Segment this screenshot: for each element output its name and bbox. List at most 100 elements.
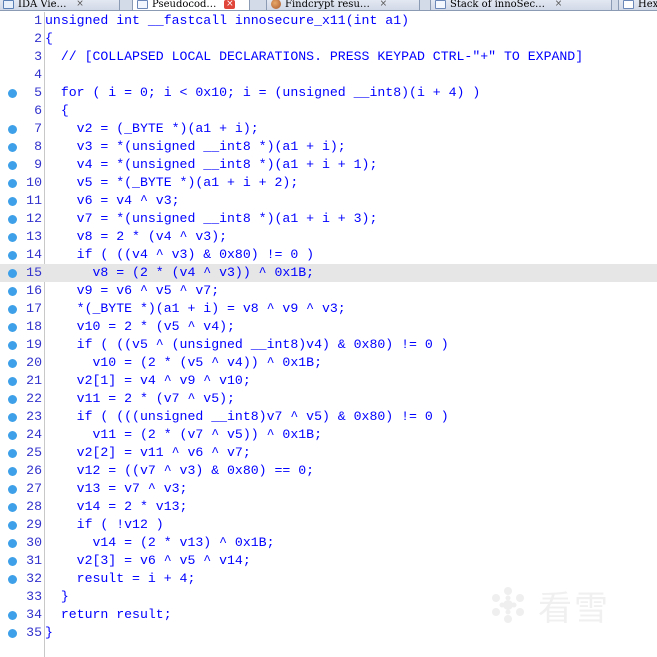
breakpoint-dot-icon[interactable]	[8, 485, 17, 494]
code-text[interactable]: v8 = 2 * (v4 ^ v3);	[45, 228, 227, 246]
code-line[interactable]: 9 v4 = *(unsigned __int8 *)(a1 + i + 1);	[0, 156, 657, 174]
code-text[interactable]: v11 = 2 * (v7 ^ v5);	[45, 390, 235, 408]
code-line[interactable]: 29 if ( !v12 )	[0, 516, 657, 534]
code-text[interactable]: if ( !v12 )	[45, 516, 164, 534]
code-text[interactable]: v4 = *(unsigned __int8 *)(a1 + i + 1);	[45, 156, 378, 174]
breakpoint-dot-icon[interactable]	[8, 413, 17, 422]
tab-stack[interactable]: Stack of innoSec… ×	[430, 0, 612, 10]
code-text[interactable]: v2[1] = v4 ^ v9 ^ v10;	[45, 372, 251, 390]
close-icon[interactable]: ×	[75, 0, 86, 9]
code-line[interactable]: 5 for ( i = 0; i < 0x10; i = (unsigned _…	[0, 84, 657, 102]
code-text[interactable]: v2[3] = v6 ^ v5 ^ v14;	[45, 552, 251, 570]
code-text[interactable]: v13 = v7 ^ v3;	[45, 480, 188, 498]
breakpoint-dot-icon[interactable]	[8, 467, 17, 476]
code-line[interactable]: 19 if ( ((v5 ^ (unsigned __int8)v4) & 0x…	[0, 336, 657, 354]
code-line[interactable]: 11 v6 = v4 ^ v3;	[0, 192, 657, 210]
breakpoint-dot-icon[interactable]	[8, 629, 17, 638]
breakpoint-dot-icon[interactable]	[8, 161, 17, 170]
code-line[interactable]: 1 unsigned int __fastcall innosecure_x11(…	[0, 12, 657, 30]
breakpoint-dot-icon[interactable]	[8, 305, 17, 314]
code-text[interactable]: return result;	[45, 606, 172, 624]
code-text[interactable]: {	[45, 30, 53, 48]
code-line[interactable]: 18 v10 = 2 * (v5 ^ v4);	[0, 318, 657, 336]
breakpoint-dot-icon[interactable]	[8, 359, 17, 368]
code-line[interactable]: 30 v14 = (2 * v13) ^ 0x1B;	[0, 534, 657, 552]
code-text[interactable]: if ( (((unsigned __int8)v7 ^ v5) & 0x80)…	[45, 408, 449, 426]
code-line[interactable]: 8 v3 = *(unsigned __int8 *)(a1 + i);	[0, 138, 657, 156]
breakpoint-dot-icon[interactable]	[8, 557, 17, 566]
breakpoint-dot-icon[interactable]	[8, 449, 17, 458]
code-text[interactable]: v10 = (2 * (v5 ^ v4)) ^ 0x1B;	[45, 354, 322, 372]
code-line[interactable]: 3 // [COLLAPSED LOCAL DECLARATIONS. PRES…	[0, 48, 657, 66]
breakpoint-dot-icon[interactable]	[8, 377, 17, 386]
code-text[interactable]: v11 = (2 * (v7 ^ v5)) ^ 0x1B;	[45, 426, 322, 444]
code-text[interactable]: v8 = (2 * (v4 ^ v3)) ^ 0x1B;	[45, 264, 314, 282]
code-line[interactable]: 26 v12 = ((v7 ^ v3) & 0x80) == 0;	[0, 462, 657, 480]
code-line[interactable]: 28 v14 = 2 * v13;	[0, 498, 657, 516]
breakpoint-dot-icon[interactable]	[8, 575, 17, 584]
code-line[interactable]: 15 v8 = (2 * (v4 ^ v3)) ^ 0x1B;	[0, 264, 657, 282]
breakpoint-dot-icon[interactable]	[8, 539, 17, 548]
close-icon[interactable]: ×	[378, 0, 389, 9]
code-line[interactable]: 25 v2[2] = v11 ^ v6 ^ v7;	[0, 444, 657, 462]
code-text[interactable]: v6 = v4 ^ v3;	[45, 192, 180, 210]
code-text[interactable]: // [COLLAPSED LOCAL DECLARATIONS. PRESS …	[45, 48, 583, 66]
code-line[interactable]: 10 v5 = *(_BYTE *)(a1 + i + 2);	[0, 174, 657, 192]
code-line[interactable]: 21 v2[1] = v4 ^ v9 ^ v10;	[0, 372, 657, 390]
code-text[interactable]: v5 = *(_BYTE *)(a1 + i + 2);	[45, 174, 299, 192]
code-text[interactable]: v10 = 2 * (v5 ^ v4);	[45, 318, 235, 336]
code-text[interactable]: v9 = v6 ^ v5 ^ v7;	[45, 282, 219, 300]
breakpoint-dot-icon[interactable]	[8, 143, 17, 152]
breakpoint-dot-icon[interactable]	[8, 521, 17, 530]
close-icon[interactable]: ×	[224, 0, 236, 9]
code-text[interactable]: v2 = (_BYTE *)(a1 + i);	[45, 120, 259, 138]
code-line[interactable]: 6 {	[0, 102, 657, 120]
breakpoint-dot-icon[interactable]	[8, 323, 17, 332]
code-text[interactable]: if ( ((v4 ^ v3) & 0x80) != 0 )	[45, 246, 314, 264]
tab-findcrypt-results[interactable]: Findcrypt resu… ×	[266, 0, 420, 10]
breakpoint-dot-icon[interactable]	[8, 611, 17, 620]
tab-ida-view[interactable]: IDA Vie… ×	[0, 0, 120, 10]
code-text[interactable]: unsigned int __fastcall innosecure_x11(i…	[45, 12, 409, 30]
code-line[interactable]: 7 v2 = (_BYTE *)(a1 + i);	[0, 120, 657, 138]
breakpoint-dot-icon[interactable]	[8, 431, 17, 440]
code-line[interactable]: 24 v11 = (2 * (v7 ^ v5)) ^ 0x1B;	[0, 426, 657, 444]
code-text[interactable]: v14 = (2 * v13) ^ 0x1B;	[45, 534, 274, 552]
code-line[interactable]: 17 *(_BYTE *)(a1 + i) = v8 ^ v9 ^ v3;	[0, 300, 657, 318]
breakpoint-dot-icon[interactable]	[8, 89, 17, 98]
code-line[interactable]: 4	[0, 66, 657, 84]
pseudocode-view[interactable]: 1 unsigned int __fastcall innosecure_x11(…	[0, 12, 657, 657]
breakpoint-dot-icon[interactable]	[8, 395, 17, 404]
breakpoint-dot-icon[interactable]	[8, 179, 17, 188]
breakpoint-dot-icon[interactable]	[8, 269, 17, 278]
code-text[interactable]: for ( i = 0; i < 0x10; i = (unsigned __i…	[45, 84, 480, 102]
code-line[interactable]: 27 v13 = v7 ^ v3;	[0, 480, 657, 498]
code-text[interactable]: }	[45, 588, 69, 606]
code-text[interactable]: result = i + 4;	[45, 570, 196, 588]
tab-hex-view[interactable]: Hex	[618, 0, 657, 10]
code-line[interactable]: 14 if ( ((v4 ^ v3) & 0x80) != 0 )	[0, 246, 657, 264]
code-text[interactable]: }	[45, 624, 53, 642]
code-line[interactable]: 20 v10 = (2 * (v5 ^ v4)) ^ 0x1B;	[0, 354, 657, 372]
code-line[interactable]: 22 v11 = 2 * (v7 ^ v5);	[0, 390, 657, 408]
code-line[interactable]: 13 v8 = 2 * (v4 ^ v3);	[0, 228, 657, 246]
breakpoint-dot-icon[interactable]	[8, 341, 17, 350]
code-line[interactable]: 31 v2[3] = v6 ^ v5 ^ v14;	[0, 552, 657, 570]
code-line[interactable]: 16 v9 = v6 ^ v5 ^ v7;	[0, 282, 657, 300]
code-text[interactable]: v3 = *(unsigned __int8 *)(a1 + i);	[45, 138, 346, 156]
code-line[interactable]: 2{	[0, 30, 657, 48]
close-icon[interactable]: ×	[553, 0, 564, 9]
code-line[interactable]: 23 if ( (((unsigned __int8)v7 ^ v5) & 0x…	[0, 408, 657, 426]
breakpoint-dot-icon[interactable]	[8, 197, 17, 206]
code-text[interactable]: v14 = 2 * v13;	[45, 498, 188, 516]
breakpoint-dot-icon[interactable]	[8, 233, 17, 242]
code-text[interactable]: v2[2] = v11 ^ v6 ^ v7;	[45, 444, 251, 462]
code-text[interactable]: {	[45, 102, 69, 120]
code-text[interactable]: if ( ((v5 ^ (unsigned __int8)v4) & 0x80)…	[45, 336, 449, 354]
breakpoint-dot-icon[interactable]	[8, 215, 17, 224]
breakpoint-dot-icon[interactable]	[8, 125, 17, 134]
code-text[interactable]: v7 = *(unsigned __int8 *)(a1 + i + 3);	[45, 210, 378, 228]
breakpoint-dot-icon[interactable]	[8, 251, 17, 260]
tab-pseudocode[interactable]: Pseudocod… ×	[132, 0, 250, 10]
code-text[interactable]: v12 = ((v7 ^ v3) & 0x80) == 0;	[45, 462, 314, 480]
